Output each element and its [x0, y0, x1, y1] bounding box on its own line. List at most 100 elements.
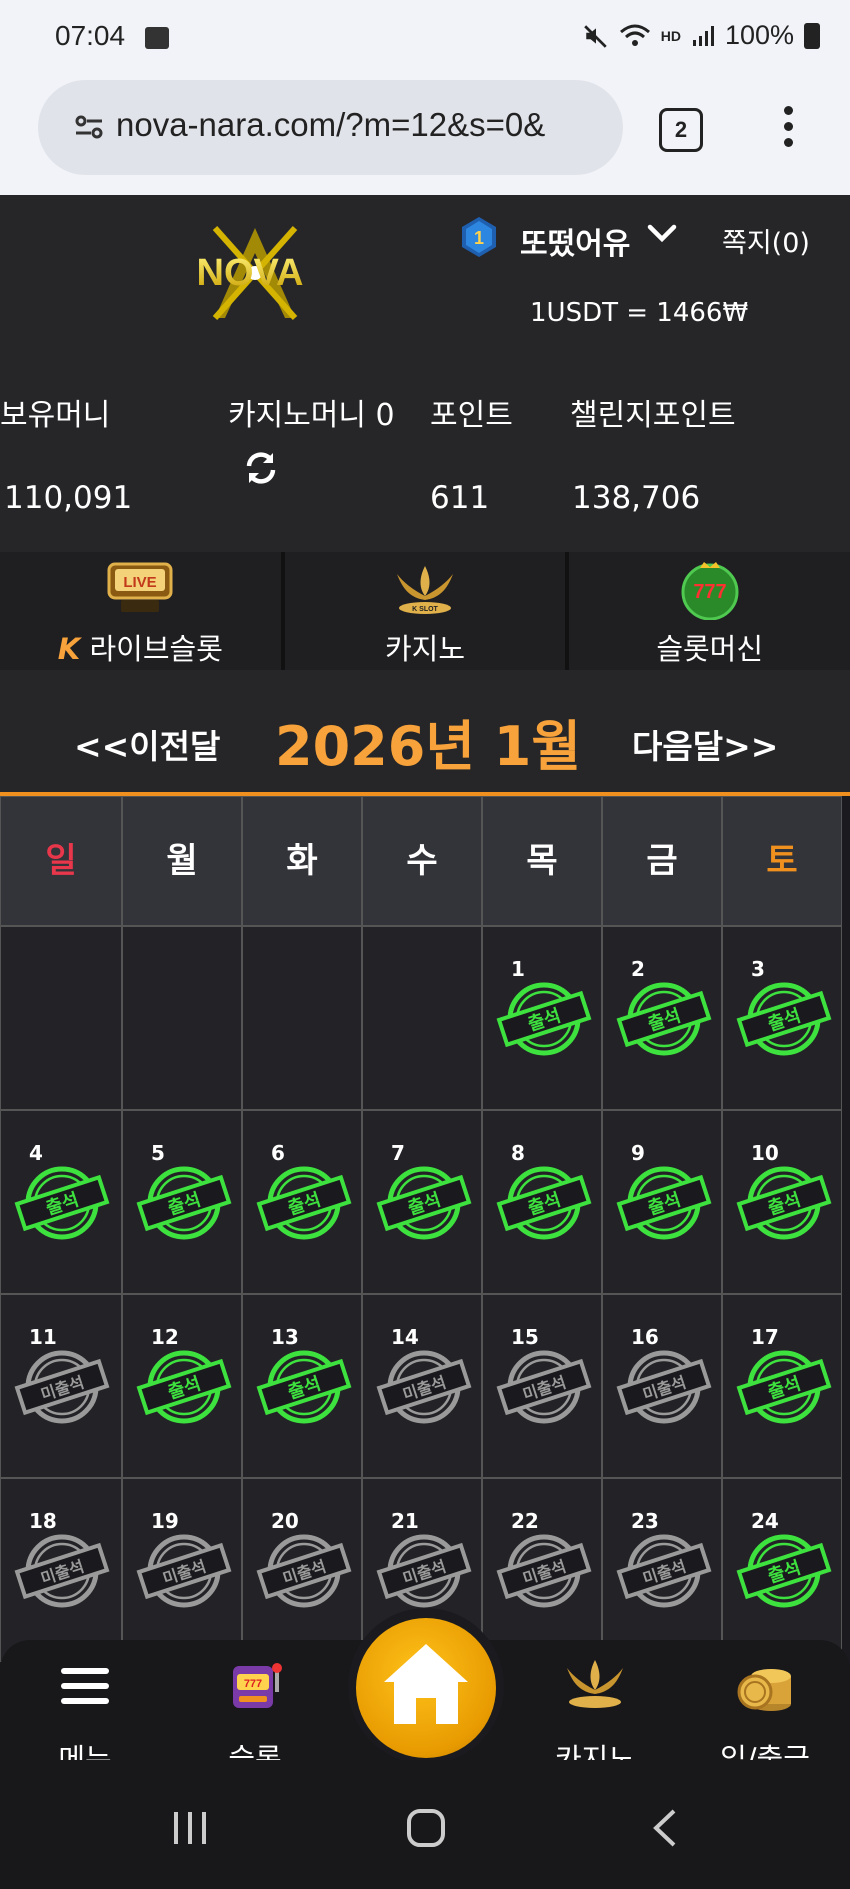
day-number: 24 — [751, 1509, 779, 1533]
empty-day-cell — [122, 926, 242, 1110]
day-number: 15 — [511, 1325, 539, 1349]
absent-stamp-icon: 미출석 — [376, 1350, 472, 1424]
menu-button[interactable]: 메뉴 — [20, 1650, 150, 1776]
hd-voice-icon: HD — [660, 27, 681, 44]
site-header: NOVA 1 또떴어유 쪽지(0) 1USDT = 1466₩ — [0, 195, 850, 360]
day-number: 1 — [511, 957, 525, 981]
recent-apps-icon[interactable] — [170, 1810, 210, 1846]
day-number: 5 — [151, 1141, 165, 1165]
logo-text: NOVA — [197, 252, 304, 294]
svg-text:K SLOT: K SLOT — [412, 606, 438, 613]
weekday-4: 목 — [482, 796, 602, 926]
category-live-slot[interactable]: LIVE K 라이브슬롯 — [0, 552, 285, 670]
nova-logo[interactable]: NOVA — [155, 223, 345, 323]
challenge-point-label: 챌린지포인트 — [570, 398, 736, 433]
absent-stamp-icon: 미출석 — [14, 1350, 110, 1424]
money-value: 110,091 — [4, 480, 133, 516]
wallet-panel: 보유머니 110,091 카지노머니 0 포인트 611 챌린지포인트 138,… — [0, 360, 850, 552]
money-label: 보유머니 — [0, 398, 111, 433]
day-cell: 16 미출석 — [602, 1294, 722, 1478]
site-settings-icon[interactable] — [74, 112, 104, 142]
casino-button[interactable]: 카지노 — [530, 1650, 660, 1776]
day-number: 14 — [391, 1325, 419, 1349]
slot-machine-icon: 777 — [233, 1663, 282, 1708]
day-number: 4 — [29, 1141, 43, 1165]
next-month-button[interactable]: 다음달>> — [632, 720, 778, 768]
weekday-1: 월 — [122, 796, 242, 926]
point-value: 611 — [430, 480, 490, 516]
calendar-week: 11 미출석 12 출석 13 출석 14 미출석 15 미출석 16 미출석 17 출석 — [0, 1294, 850, 1478]
attended-stamp-icon: 출석 — [496, 982, 592, 1056]
day-cell: 13 출석 — [242, 1294, 362, 1478]
attended-stamp-icon: 출석 — [136, 1166, 232, 1240]
battery-icon — [804, 22, 820, 49]
category-label: K 라이브슬롯 — [57, 632, 223, 666]
day-number: 19 — [151, 1509, 179, 1533]
system-nav-bar — [0, 1760, 850, 1889]
day-cell: 8 출석 — [482, 1110, 602, 1294]
messages-link[interactable]: 쪽지(0) — [722, 221, 810, 260]
tab-switcher-button[interactable]: 2 — [659, 108, 703, 152]
day-number: 11 — [29, 1325, 57, 1349]
day-number: 10 — [751, 1141, 779, 1165]
status-time: 07:04 — [55, 20, 126, 51]
address-bar[interactable]: nova-nara.com/?m=12&s=0& — [38, 80, 623, 175]
day-cell: 9 출석 — [602, 1110, 722, 1294]
day-number: 17 — [751, 1325, 779, 1349]
day-cell: 11 미출석 — [0, 1294, 122, 1478]
slot-button[interactable]: 777 슬롯 — [190, 1650, 320, 1776]
username[interactable]: 또떴어유 — [520, 219, 630, 263]
absent-stamp-icon: 미출석 — [376, 1534, 472, 1608]
weekday-6: 토 — [722, 796, 842, 926]
calendar-week: 1 출석 2 출석 3 출석 — [0, 926, 850, 1110]
day-number: 3 — [751, 957, 765, 981]
url-text[interactable]: nova-nara.com/?m=12&s=0& — [116, 106, 616, 144]
day-number: 9 — [631, 1141, 645, 1165]
refresh-icon[interactable] — [243, 450, 279, 486]
absent-stamp-icon: 미출석 — [496, 1350, 592, 1424]
home-icon — [384, 1644, 468, 1724]
prev-month-button[interactable]: <<이전달 — [74, 720, 220, 768]
day-number: 22 — [511, 1509, 539, 1533]
day-number: 21 — [391, 1509, 419, 1533]
day-number: 7 — [391, 1141, 405, 1165]
home-nav-icon[interactable] — [406, 1808, 446, 1848]
svg-text:777: 777 — [244, 1678, 262, 1690]
day-number: 18 — [29, 1509, 57, 1533]
empty-day-cell — [0, 926, 122, 1110]
wifi-icon — [619, 24, 650, 46]
image-notification-icon — [145, 27, 169, 49]
chevron-down-icon[interactable] — [647, 223, 677, 245]
more-options-icon[interactable] — [782, 106, 794, 156]
day-cell: 22 미출석 — [482, 1478, 602, 1662]
back-icon[interactable] — [650, 1808, 680, 1848]
k-slot-icon — [567, 1660, 623, 1708]
day-cell: 24 출석 — [722, 1478, 842, 1662]
point-label: 포인트 — [430, 398, 513, 433]
day-cell: 14 미출석 — [362, 1294, 482, 1478]
category-casino[interactable]: K SLOT 카지노 — [285, 552, 570, 670]
absent-stamp-icon: 미출석 — [496, 1534, 592, 1608]
attended-stamp-icon: 출석 — [736, 1534, 832, 1608]
day-cell: 7 출석 — [362, 1110, 482, 1294]
day-number: 20 — [271, 1509, 299, 1533]
signal-icon — [692, 25, 714, 46]
deposit-withdraw-button[interactable]: 입/출금 — [700, 1650, 830, 1776]
absent-stamp-icon: 미출석 — [14, 1534, 110, 1608]
home-button[interactable] — [356, 1618, 496, 1758]
attended-stamp-icon: 출석 — [256, 1350, 352, 1424]
day-cell: 6 출석 — [242, 1110, 362, 1294]
status-icons: HD 100% — [583, 20, 820, 51]
day-number: 13 — [271, 1325, 299, 1349]
svg-text:777: 777 — [693, 581, 726, 603]
k-slot-icon: K SLOT — [397, 566, 453, 614]
attendance-calendar: 일월화수목금토 1 출석 2 출석 3 출석 4 출석 5 출석 6 출석 7 출석 8 출석 9 출석 10 출석 1… — [0, 796, 850, 1662]
day-number: 6 — [271, 1141, 285, 1165]
calendar-week: 4 출석 5 출석 6 출석 7 출석 8 출석 9 출석 10 출석 — [0, 1110, 850, 1294]
category-label: 카지노 — [384, 632, 466, 666]
absent-stamp-icon: 미출석 — [616, 1534, 712, 1608]
weekday-2: 화 — [242, 796, 362, 926]
category-slot-machine[interactable]: 777 슬롯머신 — [569, 552, 850, 670]
day-cell: 4 출석 — [0, 1110, 122, 1294]
live-slot-icon: LIVE — [107, 562, 173, 612]
